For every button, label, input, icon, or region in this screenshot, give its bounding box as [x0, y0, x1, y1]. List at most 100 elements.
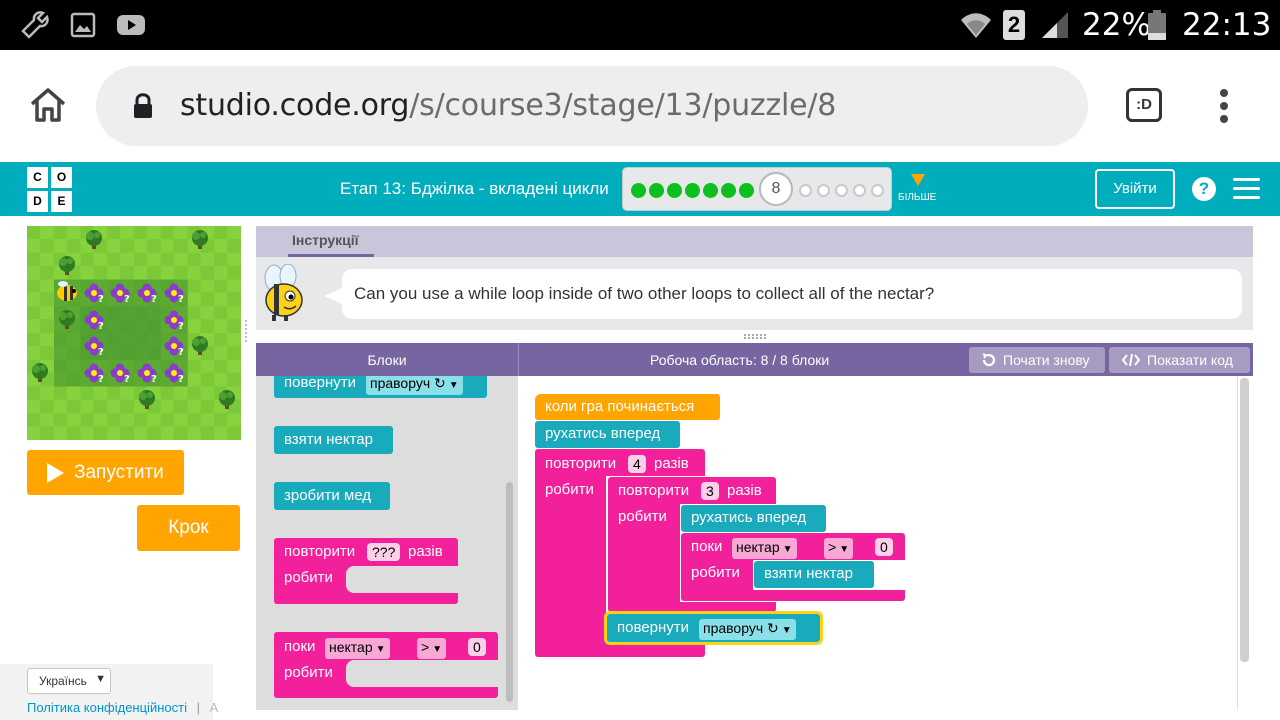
block-label: взяти нектар [764, 565, 853, 582]
maze-board[interactable]: ? [27, 226, 241, 440]
header-divider [518, 343, 519, 376]
current-puzzle-bubble[interactable]: 8 [759, 172, 793, 206]
toolbox-get-nectar-block[interactable]: взяти нектар [274, 426, 393, 454]
direction-dropdown[interactable]: праворуч ↻ ▼ [366, 376, 463, 395]
progress-dot-completed[interactable] [739, 183, 754, 198]
active-tab-underline [288, 254, 374, 257]
battery-icon [1148, 10, 1166, 40]
run-button[interactable]: Запустити [27, 450, 184, 495]
step-button[interactable]: Крок [137, 505, 240, 551]
hamburger-menu-icon[interactable] [1233, 178, 1260, 200]
signin-button[interactable]: Увійти [1095, 169, 1175, 209]
more-arrow-icon[interactable] [911, 174, 925, 186]
url-text: studio.code.org/s/course3/stage/13/puzzl… [180, 88, 836, 123]
workspace-scrollbar[interactable] [1240, 378, 1249, 662]
statement-slot[interactable] [346, 660, 498, 687]
language-select[interactable]: Українсь ▼ [27, 668, 111, 694]
panel-resize-grip[interactable] [744, 334, 766, 339]
get-nectar-block[interactable]: взяти нектар [754, 561, 874, 588]
toolbox-make-honey-block[interactable]: зробити мед [274, 482, 390, 510]
reset-button-label: Почати знову [1003, 352, 1090, 368]
inner-repeat-count[interactable]: 3 [701, 482, 719, 500]
progress-dot-remaining[interactable] [871, 184, 884, 197]
move-forward-block[interactable]: рухатись вперед [535, 421, 680, 448]
overflow-menu-icon[interactable] [1214, 88, 1234, 124]
progress-dot-remaining[interactable] [835, 184, 848, 197]
block-label: повторити [545, 455, 617, 472]
compare-value-field[interactable]: 0 [468, 638, 486, 656]
when-run-block[interactable]: коли гра починається [535, 394, 720, 420]
block-label: коли гра починається [545, 398, 695, 415]
progress-dot-remaining[interactable] [853, 184, 866, 197]
more-link[interactable]: БІЛЬШЕ [898, 192, 936, 203]
repeat-count-field[interactable]: ??? [367, 543, 401, 561]
help-icon[interactable]: ? [1192, 177, 1216, 201]
visualization-column: ? [0, 216, 256, 720]
privacy-policy-link[interactable]: Політика конфіденційності [27, 700, 187, 715]
block-label: робити [545, 481, 594, 498]
block-label: разів [654, 455, 689, 472]
progress-dot-completed[interactable] [631, 183, 646, 198]
android-status-bar: 2 22% 22:13 [0, 0, 1280, 50]
progress-dot-completed[interactable] [649, 183, 664, 198]
progress-dot-completed[interactable] [721, 183, 736, 198]
code-org-logo[interactable]: C O D E [27, 167, 73, 213]
block-label: робити [284, 664, 333, 681]
toolbox-while-block[interactable]: поки нектар ▼ > ▼ 0 робити [274, 632, 498, 698]
clock: 22:13 [1182, 7, 1272, 43]
address-bar[interactable]: studio.code.org/s/course3/stage/13/puzzl… [96, 66, 1088, 146]
home-icon[interactable] [28, 86, 68, 124]
direction-dropdown[interactable]: праворуч ↻ ▼ [699, 619, 796, 640]
footer-separator: | [196, 700, 200, 715]
progress-dot-completed[interactable] [667, 183, 682, 198]
bee-avatar-icon [264, 264, 303, 321]
block-label: поки [691, 538, 723, 555]
toolbox-repeat-block[interactable]: повторити ??? разів робити [274, 538, 458, 604]
resize-handle[interactable] [245, 320, 249, 342]
sensor-dropdown[interactable]: нектар ▼ [732, 538, 797, 559]
progress-dot-completed[interactable] [685, 183, 700, 198]
page-footer: Українсь ▼ Політика конфіденційності | А [0, 664, 218, 720]
block-label: робити [284, 569, 333, 586]
block-label: взяти нектар [284, 431, 373, 448]
stage-title[interactable]: Етап 13: Бджілка - вкладені цикли [340, 179, 609, 199]
reset-button[interactable]: Почати знову [969, 347, 1105, 373]
sim-2-badge: 2 [1003, 10, 1025, 40]
progress-dot-completed[interactable] [703, 183, 718, 198]
block-label: разів [408, 543, 443, 560]
show-code-button[interactable]: Показати код [1109, 347, 1250, 373]
operator-dropdown[interactable]: > ▼ [824, 538, 854, 559]
block-label: рухатись вперед [691, 509, 807, 526]
statement-slot[interactable] [346, 566, 458, 593]
block-label: повернути [617, 619, 689, 636]
block-label: робити [618, 508, 667, 525]
compare-value-field[interactable]: 0 [875, 538, 893, 556]
url-domain: studio.code.org [180, 88, 410, 123]
block-label: повторити [284, 543, 356, 560]
outer-repeat-count[interactable]: 4 [628, 455, 646, 473]
toolbox-scrollbar[interactable] [506, 482, 513, 702]
language-select-value: Українсь [39, 674, 87, 688]
toolbox-turn-block[interactable]: повернути праворуч ↻ ▼ [274, 376, 487, 398]
play-icon [47, 463, 64, 483]
instruction-bubble: Can you use a while loop inside of two o… [342, 269, 1242, 319]
inner-move-forward-block[interactable]: рухатись вперед [681, 505, 826, 532]
sensor-dropdown[interactable]: нектар ▼ [325, 638, 390, 659]
tab-instructions[interactable]: Інструкції [292, 232, 359, 248]
footer-link-truncated[interactable]: А [210, 700, 219, 715]
progress-dot-remaining[interactable] [817, 184, 830, 197]
show-code-button-label: Показати код [1147, 352, 1233, 368]
block-label: повторити [618, 482, 690, 499]
toolbox-title: Блоки [367, 352, 407, 368]
turn-right-block[interactable]: повернути праворуч ↻ ▼ [604, 611, 823, 645]
block-label: разів [727, 482, 762, 499]
progress-dot-remaining[interactable] [799, 184, 812, 197]
logo-letter: D [27, 191, 48, 212]
code-icon [1122, 353, 1140, 367]
block-workspace: коли гра починається рухатись вперед пов… [520, 376, 1253, 710]
block-label: повернути [284, 376, 356, 391]
operator-dropdown[interactable]: > ▼ [417, 638, 447, 659]
wrench-icon [21, 11, 49, 39]
tab-switcher-button[interactable]: :D [1126, 88, 1162, 122]
block-label: робити [691, 564, 740, 581]
